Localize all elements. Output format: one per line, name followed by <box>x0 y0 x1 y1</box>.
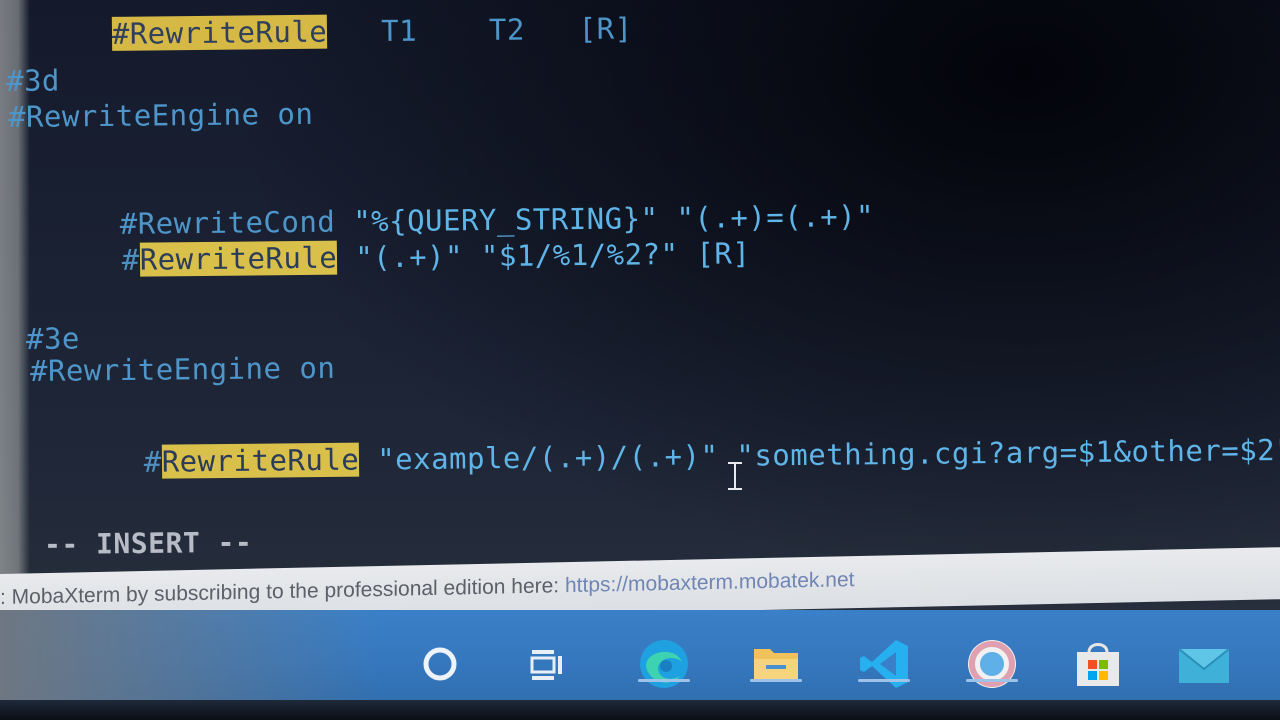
vim-mode-indicator: -- INSERT -- <box>43 525 253 561</box>
task-view-icon[interactable] <box>516 632 580 696</box>
code-line-3e: #3e <box>25 321 81 356</box>
file-explorer-icon[interactable] <box>744 632 808 696</box>
search-highlight: #RewriteRule <box>111 14 328 51</box>
promo-link[interactable]: https://mobaxterm.mobatek.net <box>565 568 854 597</box>
cortana-icon[interactable] <box>408 632 472 696</box>
search-highlight: RewriteRule <box>139 240 338 277</box>
store-icon[interactable] <box>1066 632 1130 696</box>
code-line-0: #RewriteRule T1 T2 [R] <box>111 11 633 51</box>
monitor-screen: #RewriteRule T1 T2 [R] #3d #RewriteEngin… <box>0 0 1280 720</box>
code-line-3d: #3d <box>5 63 61 98</box>
promo-text: : MobaXterm by subscribing to the profes… <box>0 574 565 609</box>
browser-icon[interactable] <box>960 632 1024 696</box>
code-line-rewrite-rule-1: #RewriteRule "(.+)" "$1/%1/%2?" [R] <box>121 236 751 277</box>
vscode-icon[interactable] <box>852 632 916 696</box>
code-line-rewrite-rule-2: #RewriteRule "example/(.+)/(.+)" "someth… <box>143 432 1280 479</box>
vim-editor[interactable]: #RewriteRule T1 T2 [R] #3d #RewriteEngin… <box>0 0 1280 590</box>
code-line-rewrite-engine-2: #RewriteEngine on <box>29 350 336 388</box>
mail-icon[interactable] <box>1172 632 1236 696</box>
edge-browser-icon[interactable] <box>632 632 696 696</box>
code-line-rewrite-engine-1: #RewriteEngine on <box>7 96 314 134</box>
monitor-bottom-bezel <box>0 700 1280 720</box>
search-highlight: RewriteRule <box>161 442 360 479</box>
text-cursor-icon <box>726 460 744 494</box>
